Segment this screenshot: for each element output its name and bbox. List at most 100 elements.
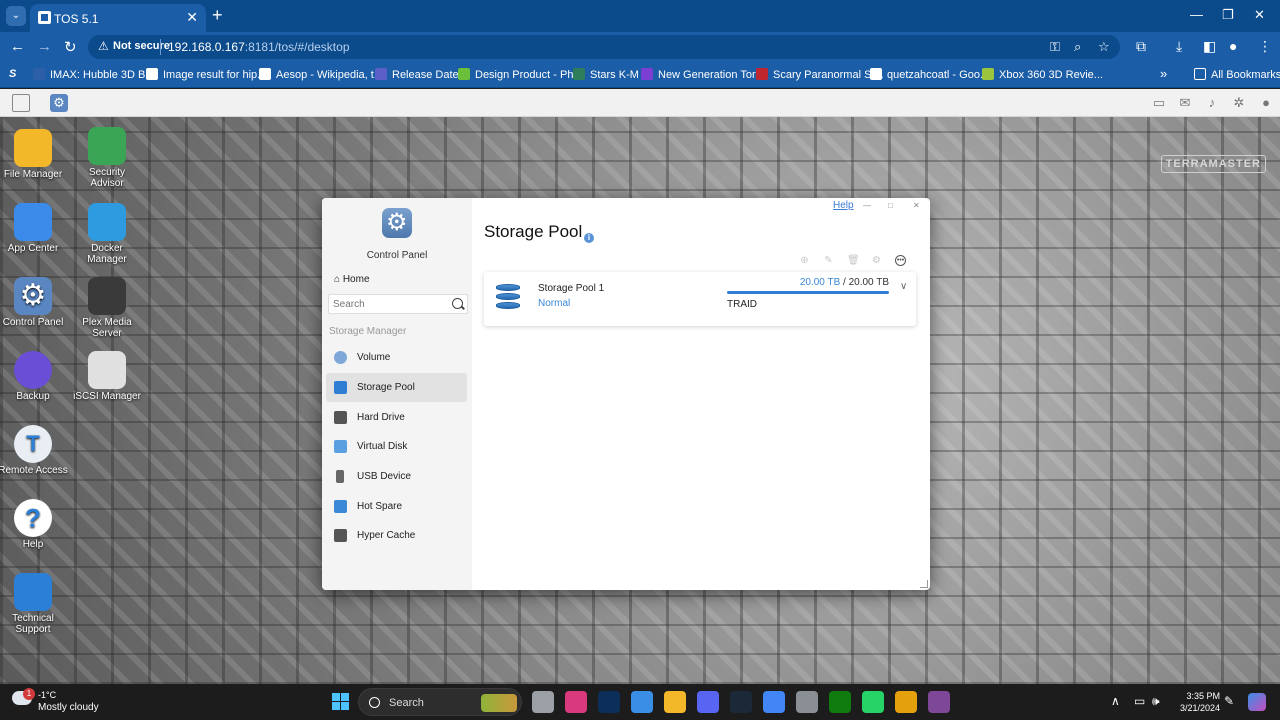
copilot-icon[interactable] [1248, 693, 1266, 711]
microsoft-store-icon[interactable] [631, 691, 653, 713]
taskbar-search[interactable]: Search [358, 688, 522, 716]
show-desktop-icon[interactable] [12, 94, 30, 112]
restore-icon[interactable]: ❐ [1222, 7, 1234, 23]
file-explorer-icon[interactable] [664, 691, 686, 713]
bookmark-item[interactable]: Stars K-M [573, 68, 639, 81]
tray-overflow-icon[interactable]: ∧ [1111, 694, 1120, 708]
bookmark-item[interactable]: Design Product - Ph... [458, 68, 583, 81]
reload-icon[interactable]: ↻ [64, 38, 77, 56]
edit-pool-icon[interactable]: ✎ [823, 255, 834, 266]
chrome-icon[interactable] [763, 691, 785, 713]
user-icon[interactable]: ● [1259, 96, 1273, 110]
task-view-icon[interactable] [532, 691, 554, 713]
forward-icon[interactable]: → [37, 38, 52, 55]
start-menu-icon[interactable] [332, 693, 349, 710]
extensions-icon[interactable]: ⧉ [1136, 38, 1146, 55]
delete-pool-icon[interactable]: 🗑 [847, 255, 860, 266]
pool-settings-icon[interactable]: ⚙ [871, 255, 882, 266]
plex-media-server-icon[interactable]: Plex Media Server [72, 277, 142, 339]
bookmark-s-icon[interactable]: S [9, 68, 16, 80]
whatsapp-icon[interactable] [862, 691, 884, 713]
sidebar-search-input[interactable] [333, 297, 451, 312]
docker-manager-icon[interactable]: Docker Manager [72, 203, 142, 265]
nav-storage-pool[interactable]: Storage Pool [326, 373, 467, 402]
bookmark-item[interactable]: quetzahcoatl - Goo... [870, 68, 989, 81]
window-maximize-icon[interactable]: □ [888, 201, 893, 210]
bookmark-item[interactable]: Aesop - Wikipedia, t... [259, 68, 383, 81]
temperature[interactable]: -1°C [38, 690, 56, 700]
volume-icon[interactable]: 🕪 [1152, 694, 1160, 709]
more-options-icon[interactable]: ••• [895, 255, 906, 266]
resize-handle[interactable] [920, 580, 928, 588]
all-bookmarks[interactable]: All Bookmarks [1194, 68, 1280, 81]
discord-icon[interactable] [697, 691, 719, 713]
browser-menu-icon[interactable]: ⋮ [1258, 38, 1272, 55]
widgets-icon[interactable]: ✲ [1232, 96, 1246, 110]
browser-tab[interactable]: TOS 5.1 ✕ [30, 4, 206, 32]
bookmark-item[interactable]: New Generation Tor... [641, 68, 764, 81]
zoom-icon[interactable]: ⌕ [1074, 39, 1081, 55]
window-minimize-icon[interactable]: — [863, 201, 871, 210]
nav-hyper-cache[interactable]: Hyper Cache [326, 521, 467, 550]
info-icon[interactable]: i [584, 233, 594, 243]
photoshop-icon[interactable] [598, 691, 620, 713]
app-center-icon[interactable]: App Center [0, 203, 68, 254]
bookmark-item[interactable]: Release Dates [375, 68, 464, 81]
system-clock[interactable]: 3:35 PM 3/21/2024 [1170, 690, 1220, 714]
weather-condition[interactable]: Mostly cloudy [38, 702, 99, 713]
search-icon[interactable] [452, 298, 463, 309]
help-icon[interactable]: ? Help [0, 499, 68, 550]
url-text[interactable]: 192.168.0.167:8181/tos/#/desktop [168, 40, 350, 54]
download-icon[interactable]: ⤓ [1176, 38, 1182, 55]
tab-close-icon[interactable]: ✕ [186, 9, 198, 26]
control-panel-icon[interactable]: ⚙ Control Panel [0, 277, 68, 328]
profile-avatar-icon[interactable]: ● [1229, 38, 1237, 54]
nav-virtual-disk[interactable]: Virtual Disk [326, 432, 467, 461]
xbox-icon[interactable] [829, 691, 851, 713]
window-close-icon[interactable]: ✕ [913, 201, 920, 210]
technical-support-icon[interactable]: Technical Support [0, 573, 68, 635]
security-advisor-icon[interactable]: Security Advisor [72, 127, 142, 189]
bookmark-star-icon[interactable]: ☆ [1098, 39, 1110, 55]
password-key-icon[interactable]: ⚿ [1050, 39, 1060, 55]
file-manager-icon[interactable]: File Manager [0, 129, 68, 180]
home-link[interactable]: ⌂ Home [334, 274, 370, 285]
tab-search-menu-icon[interactable]: ⌄ [6, 6, 26, 26]
color-picker-icon[interactable]: ✎ [1224, 694, 1234, 708]
nav-volume[interactable]: Volume [326, 343, 467, 372]
nav-usb-device[interactable]: USB Device [326, 462, 467, 491]
tor-browser-icon[interactable] [928, 691, 950, 713]
address-bar[interactable]: ⚠ Not secure 192.168.0.167:8181/tos/#/de… [88, 35, 1120, 59]
warning-icon[interactable]: ⚠ [98, 39, 109, 53]
monitor-icon[interactable]: ▭ [1152, 96, 1166, 110]
bookmark-item[interactable]: IMAX: Hubble 3D Bl... [33, 68, 157, 81]
affinity-icon[interactable] [565, 691, 587, 713]
back-icon[interactable]: ← [10, 38, 25, 55]
steam-icon[interactable] [730, 691, 752, 713]
nav-hot-spare[interactable]: Hot Spare [326, 492, 467, 521]
bookmarks-overflow-icon[interactable]: » [1160, 66, 1167, 81]
control-panel-task-icon[interactable]: ⚙ [50, 94, 68, 112]
plex-icon[interactable] [895, 691, 917, 713]
notifications-icon[interactable]: ♪ [1205, 96, 1219, 110]
storage-pool-card[interactable]: Storage Pool 1 Normal 20.00 TB / 20.00 T… [484, 272, 916, 326]
camera-icon[interactable] [796, 691, 818, 713]
nav-hard-drive[interactable]: Hard Drive [326, 403, 467, 432]
network-icon[interactable]: ▭ [1134, 694, 1145, 708]
new-tab-button[interactable]: + [212, 5, 223, 26]
remote-access-icon[interactable]: T Remote Access [0, 425, 68, 476]
docker-manager-glyph [88, 203, 126, 241]
chevron-down-icon[interactable]: ∨ [900, 281, 907, 292]
bookmark-item[interactable]: Image result for hip... [146, 68, 266, 81]
iscsi-manager-icon[interactable]: iSCSI Manager [72, 351, 142, 402]
close-window-icon[interactable]: ✕ [1254, 7, 1265, 23]
bookmark-item[interactable]: Scary Paranormal St... [756, 68, 884, 81]
side-panel-icon[interactable]: ◧ [1203, 38, 1216, 55]
security-label[interactable]: Not secure [113, 40, 170, 52]
minimize-icon[interactable]: — [1190, 7, 1203, 22]
help-link[interactable]: Help [833, 200, 854, 211]
create-pool-icon[interactable]: ⊕ [799, 255, 810, 266]
bookmark-item[interactable]: Xbox 360 3D Revie... [982, 68, 1103, 81]
messages-icon[interactable]: ✉ [1178, 96, 1192, 110]
backup-icon[interactable]: Backup [0, 351, 68, 402]
